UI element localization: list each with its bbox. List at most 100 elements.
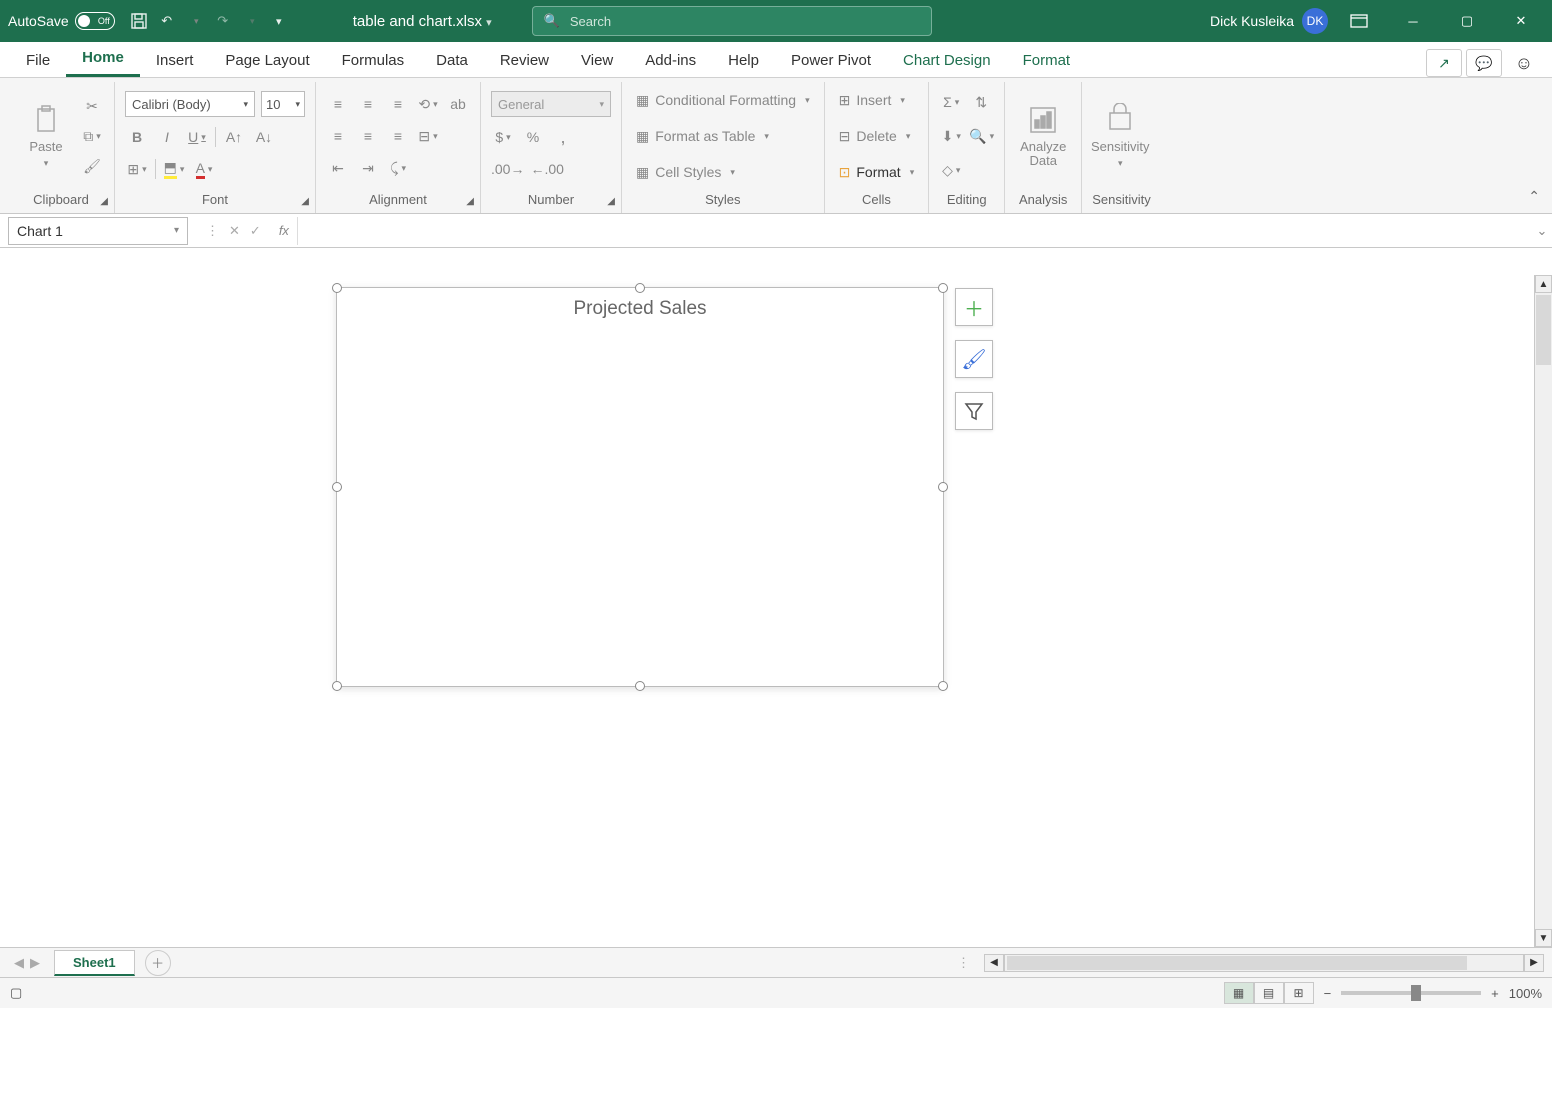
sheet-nav-prev-icon[interactable]: ◀ bbox=[14, 955, 24, 971]
cut-icon[interactable]: ✂ bbox=[80, 94, 104, 118]
chart-handle-sw[interactable] bbox=[332, 681, 342, 691]
copy-icon[interactable]: ⧉ bbox=[80, 124, 104, 148]
cell-styles-button[interactable]: ▦Cell Styles bbox=[632, 159, 814, 185]
filename[interactable]: table and chart.xlsx ▾ bbox=[353, 13, 492, 30]
hscroll-thumb[interactable] bbox=[1007, 956, 1467, 970]
zoom-slider[interactable] bbox=[1341, 991, 1481, 995]
chart-handle-nw[interactable] bbox=[332, 283, 342, 293]
zoom-slider-knob[interactable] bbox=[1411, 985, 1421, 1001]
fx-icon[interactable]: fx bbox=[279, 223, 289, 238]
sheet-nav-next-icon[interactable]: ▶ bbox=[30, 955, 40, 971]
redo-dropdown[interactable] bbox=[237, 7, 265, 35]
clipboard-launcher-icon[interactable]: ◢ bbox=[100, 196, 108, 207]
add-sheet-button[interactable]: ＋ bbox=[145, 950, 171, 976]
italic-button[interactable]: I bbox=[155, 125, 179, 149]
formula-input[interactable] bbox=[297, 217, 1532, 245]
fill-color-icon[interactable]: ⬒ bbox=[162, 157, 186, 181]
close-button[interactable]: ✕ bbox=[1498, 0, 1544, 42]
feedback-icon[interactable]: ☺ bbox=[1506, 53, 1542, 74]
fill-icon[interactable]: ⬇ bbox=[939, 124, 963, 148]
sensitivity-button[interactable]: Sensitivity▾ bbox=[1092, 84, 1148, 188]
number-format-select[interactable]: General▾ bbox=[491, 91, 611, 117]
find-select-icon[interactable]: 🔍 bbox=[969, 124, 994, 148]
embedded-chart[interactable]: Projected Sales ＋ 🖌 bbox=[336, 287, 944, 687]
worksheet-grid[interactable]: Projected Sales ＋ 🖌 ▲ ▼ bbox=[0, 248, 1552, 948]
tab-addins[interactable]: Add-ins bbox=[629, 44, 712, 77]
tab-home[interactable]: Home bbox=[66, 41, 140, 77]
chart-handle-ne[interactable] bbox=[938, 283, 948, 293]
tab-view[interactable]: View bbox=[565, 44, 629, 77]
undo-icon[interactable]: ↶ bbox=[153, 7, 181, 35]
font-size-select[interactable]: 10▾ bbox=[261, 91, 305, 117]
chart-title[interactable]: Projected Sales bbox=[337, 288, 943, 326]
tab-data[interactable]: Data bbox=[420, 44, 484, 77]
hscroll-right-icon[interactable]: ▶ bbox=[1524, 954, 1544, 972]
expand-formula-bar-icon[interactable]: ⌄ bbox=[1532, 223, 1552, 239]
chart-filter-button[interactable] bbox=[955, 392, 993, 430]
tab-chart-design[interactable]: Chart Design bbox=[887, 44, 1007, 77]
zoom-in-button[interactable]: + bbox=[1491, 986, 1499, 1001]
decrease-indent-icon[interactable]: ⇤ bbox=[326, 156, 350, 180]
decrease-font-icon[interactable]: A↓ bbox=[252, 125, 276, 149]
user-name[interactable]: Dick Kusleika bbox=[1210, 13, 1294, 29]
merge-icon[interactable]: ⊟ bbox=[416, 124, 440, 148]
zoom-out-button[interactable]: − bbox=[1324, 986, 1332, 1001]
font-color-icon[interactable]: A bbox=[192, 157, 216, 181]
increase-font-icon[interactable]: A↑ bbox=[222, 125, 246, 149]
increase-decimal-icon[interactable]: .00→ bbox=[491, 157, 524, 181]
chart-handle-se[interactable] bbox=[938, 681, 948, 691]
comma-icon[interactable]: , bbox=[551, 125, 575, 149]
tab-help[interactable]: Help bbox=[712, 44, 775, 77]
page-layout-view-button[interactable]: ▤ bbox=[1254, 982, 1284, 1004]
name-box[interactable]: Chart 1▾ bbox=[8, 217, 188, 245]
tab-page-layout[interactable]: Page Layout bbox=[209, 44, 325, 77]
sheet-tab-sheet1[interactable]: Sheet1 bbox=[54, 950, 135, 976]
format-as-table-button[interactable]: ▦Format as Table bbox=[632, 123, 814, 149]
align-center-icon[interactable]: ≡ bbox=[356, 124, 380, 148]
page-break-view-button[interactable]: ⊞ bbox=[1284, 982, 1314, 1004]
qat-customize-icon[interactable]: ▾ bbox=[265, 7, 293, 35]
tab-format[interactable]: Format bbox=[1007, 44, 1087, 77]
tab-insert[interactable]: Insert bbox=[140, 44, 210, 77]
underline-button[interactable]: U bbox=[185, 125, 209, 149]
autosave-toggle[interactable]: Off bbox=[75, 12, 115, 30]
maximize-button[interactable]: ▢ bbox=[1444, 0, 1490, 42]
hscroll-left-icon[interactable]: ◀ bbox=[984, 954, 1004, 972]
vscroll-thumb[interactable] bbox=[1536, 295, 1551, 365]
chart-elements-button[interactable]: ＋ bbox=[955, 288, 993, 326]
currency-icon[interactable]: $ bbox=[491, 125, 515, 149]
vertical-scrollbar[interactable]: ▲ ▼ bbox=[1534, 275, 1552, 947]
conditional-formatting-button[interactable]: ▦Conditional Formatting bbox=[632, 87, 814, 113]
format-cells-button[interactable]: ⊡Format bbox=[835, 159, 919, 185]
alignment-launcher-icon[interactable]: ◢ bbox=[466, 196, 474, 207]
redo-icon[interactable]: ↷ bbox=[209, 7, 237, 35]
sort-filter-icon[interactable]: ⇅ bbox=[969, 90, 993, 114]
comments-button[interactable]: 💬 bbox=[1466, 49, 1502, 77]
align-middle-icon[interactable]: ≡ bbox=[356, 92, 380, 116]
chart-handle-w[interactable] bbox=[332, 482, 342, 492]
ribbon-display-icon[interactable] bbox=[1336, 0, 1382, 42]
save-icon[interactable] bbox=[125, 7, 153, 35]
orientation-icon[interactable]: ⟲ bbox=[416, 92, 440, 116]
decrease-decimal-icon[interactable]: ←.00 bbox=[530, 157, 563, 181]
align-bottom-icon[interactable]: ≡ bbox=[386, 92, 410, 116]
share-button[interactable]: ↗ bbox=[1426, 49, 1462, 77]
borders-icon[interactable]: ⊞ bbox=[125, 157, 149, 181]
scroll-up-icon[interactable]: ▲ bbox=[1535, 275, 1552, 293]
record-macro-icon[interactable]: ▢ bbox=[10, 985, 22, 1001]
font-launcher-icon[interactable]: ◢ bbox=[301, 196, 309, 207]
increase-indent-icon[interactable]: ⇥ bbox=[356, 156, 380, 180]
analyze-data-button[interactable]: Analyze Data bbox=[1015, 84, 1071, 188]
align-top-icon[interactable]: ≡ bbox=[326, 92, 350, 116]
tab-file[interactable]: File bbox=[10, 44, 66, 77]
clear-icon[interactable]: ◇ bbox=[939, 158, 963, 182]
chart-styles-button[interactable]: 🖌 bbox=[955, 340, 993, 378]
autosum-icon[interactable]: Σ bbox=[939, 90, 963, 114]
orientation2-icon[interactable]: ⤹ bbox=[386, 156, 410, 180]
enter-formula-icon[interactable]: ✓ bbox=[250, 223, 261, 239]
chart-handle-s[interactable] bbox=[635, 681, 645, 691]
tab-review[interactable]: Review bbox=[484, 44, 565, 77]
chart-handle-e[interactable] bbox=[938, 482, 948, 492]
percent-icon[interactable]: % bbox=[521, 125, 545, 149]
paste-button[interactable]: Paste ▾ bbox=[18, 84, 74, 188]
